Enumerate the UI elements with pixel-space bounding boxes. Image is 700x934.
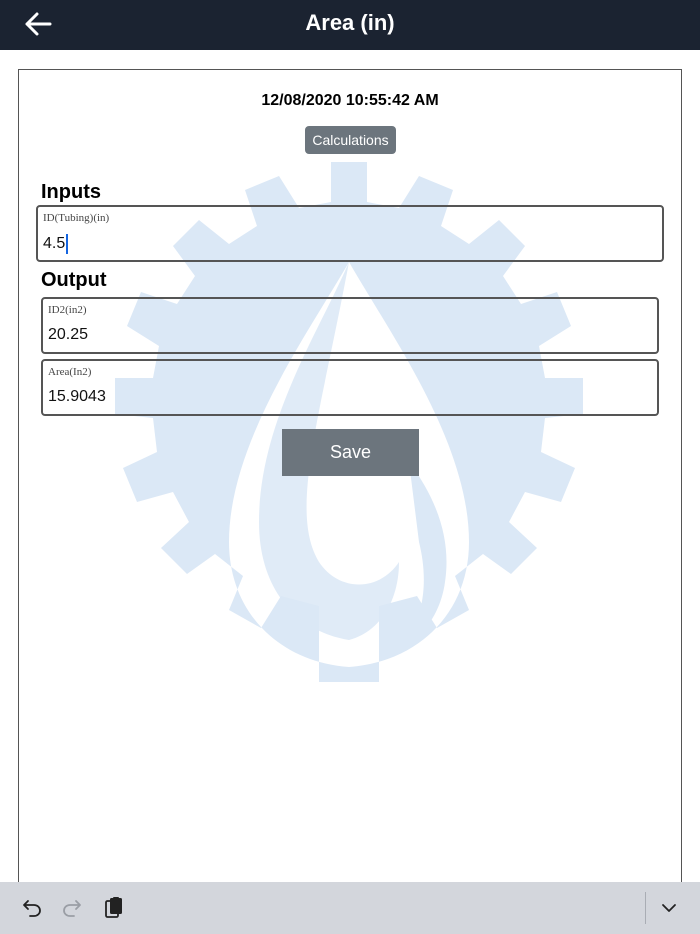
paste-icon: [105, 897, 122, 918]
field-label: ID2(in2): [48, 304, 87, 316]
dismiss-keyboard-button[interactable]: [655, 894, 683, 922]
paste-button[interactable]: [100, 894, 128, 922]
field-value: 15.9043: [48, 388, 106, 405]
output-heading: Output: [41, 269, 107, 291]
keyboard-toolbar: [0, 882, 700, 934]
id2-output-field: ID2(in2) 20.25: [41, 297, 659, 354]
area-output-field: Area(In2) 15.9043: [41, 359, 659, 416]
text-caret: [66, 234, 69, 254]
calculations-button[interactable]: Calculations: [305, 126, 396, 154]
inputs-heading: Inputs: [41, 181, 101, 203]
toolbar-divider: [645, 892, 646, 924]
calculator-panel: 12/08/2020 10:55:42 AM Calculations Inpu…: [18, 69, 682, 899]
field-label: Area(In2): [48, 366, 92, 378]
undo-icon: [23, 900, 41, 917]
header-bar: Area (in): [0, 0, 700, 50]
chevron-down-icon: [662, 904, 676, 912]
field-value-wrapper: 4.5: [43, 234, 69, 254]
tubing-id-input[interactable]: ID(Tubing)(in) 4.5: [36, 205, 664, 262]
timestamp: 12/08/2020 10:55:42 AM: [261, 92, 439, 109]
save-button[interactable]: Save: [282, 429, 419, 476]
undo-button[interactable]: [18, 894, 46, 922]
redo-icon: [63, 900, 81, 917]
field-value: 20.25: [48, 326, 89, 343]
field-label: ID(Tubing)(in): [43, 212, 110, 224]
page-title: Area (in): [305, 10, 395, 35]
field-value: 4.5: [43, 235, 66, 252]
redo-button[interactable]: [58, 894, 86, 922]
